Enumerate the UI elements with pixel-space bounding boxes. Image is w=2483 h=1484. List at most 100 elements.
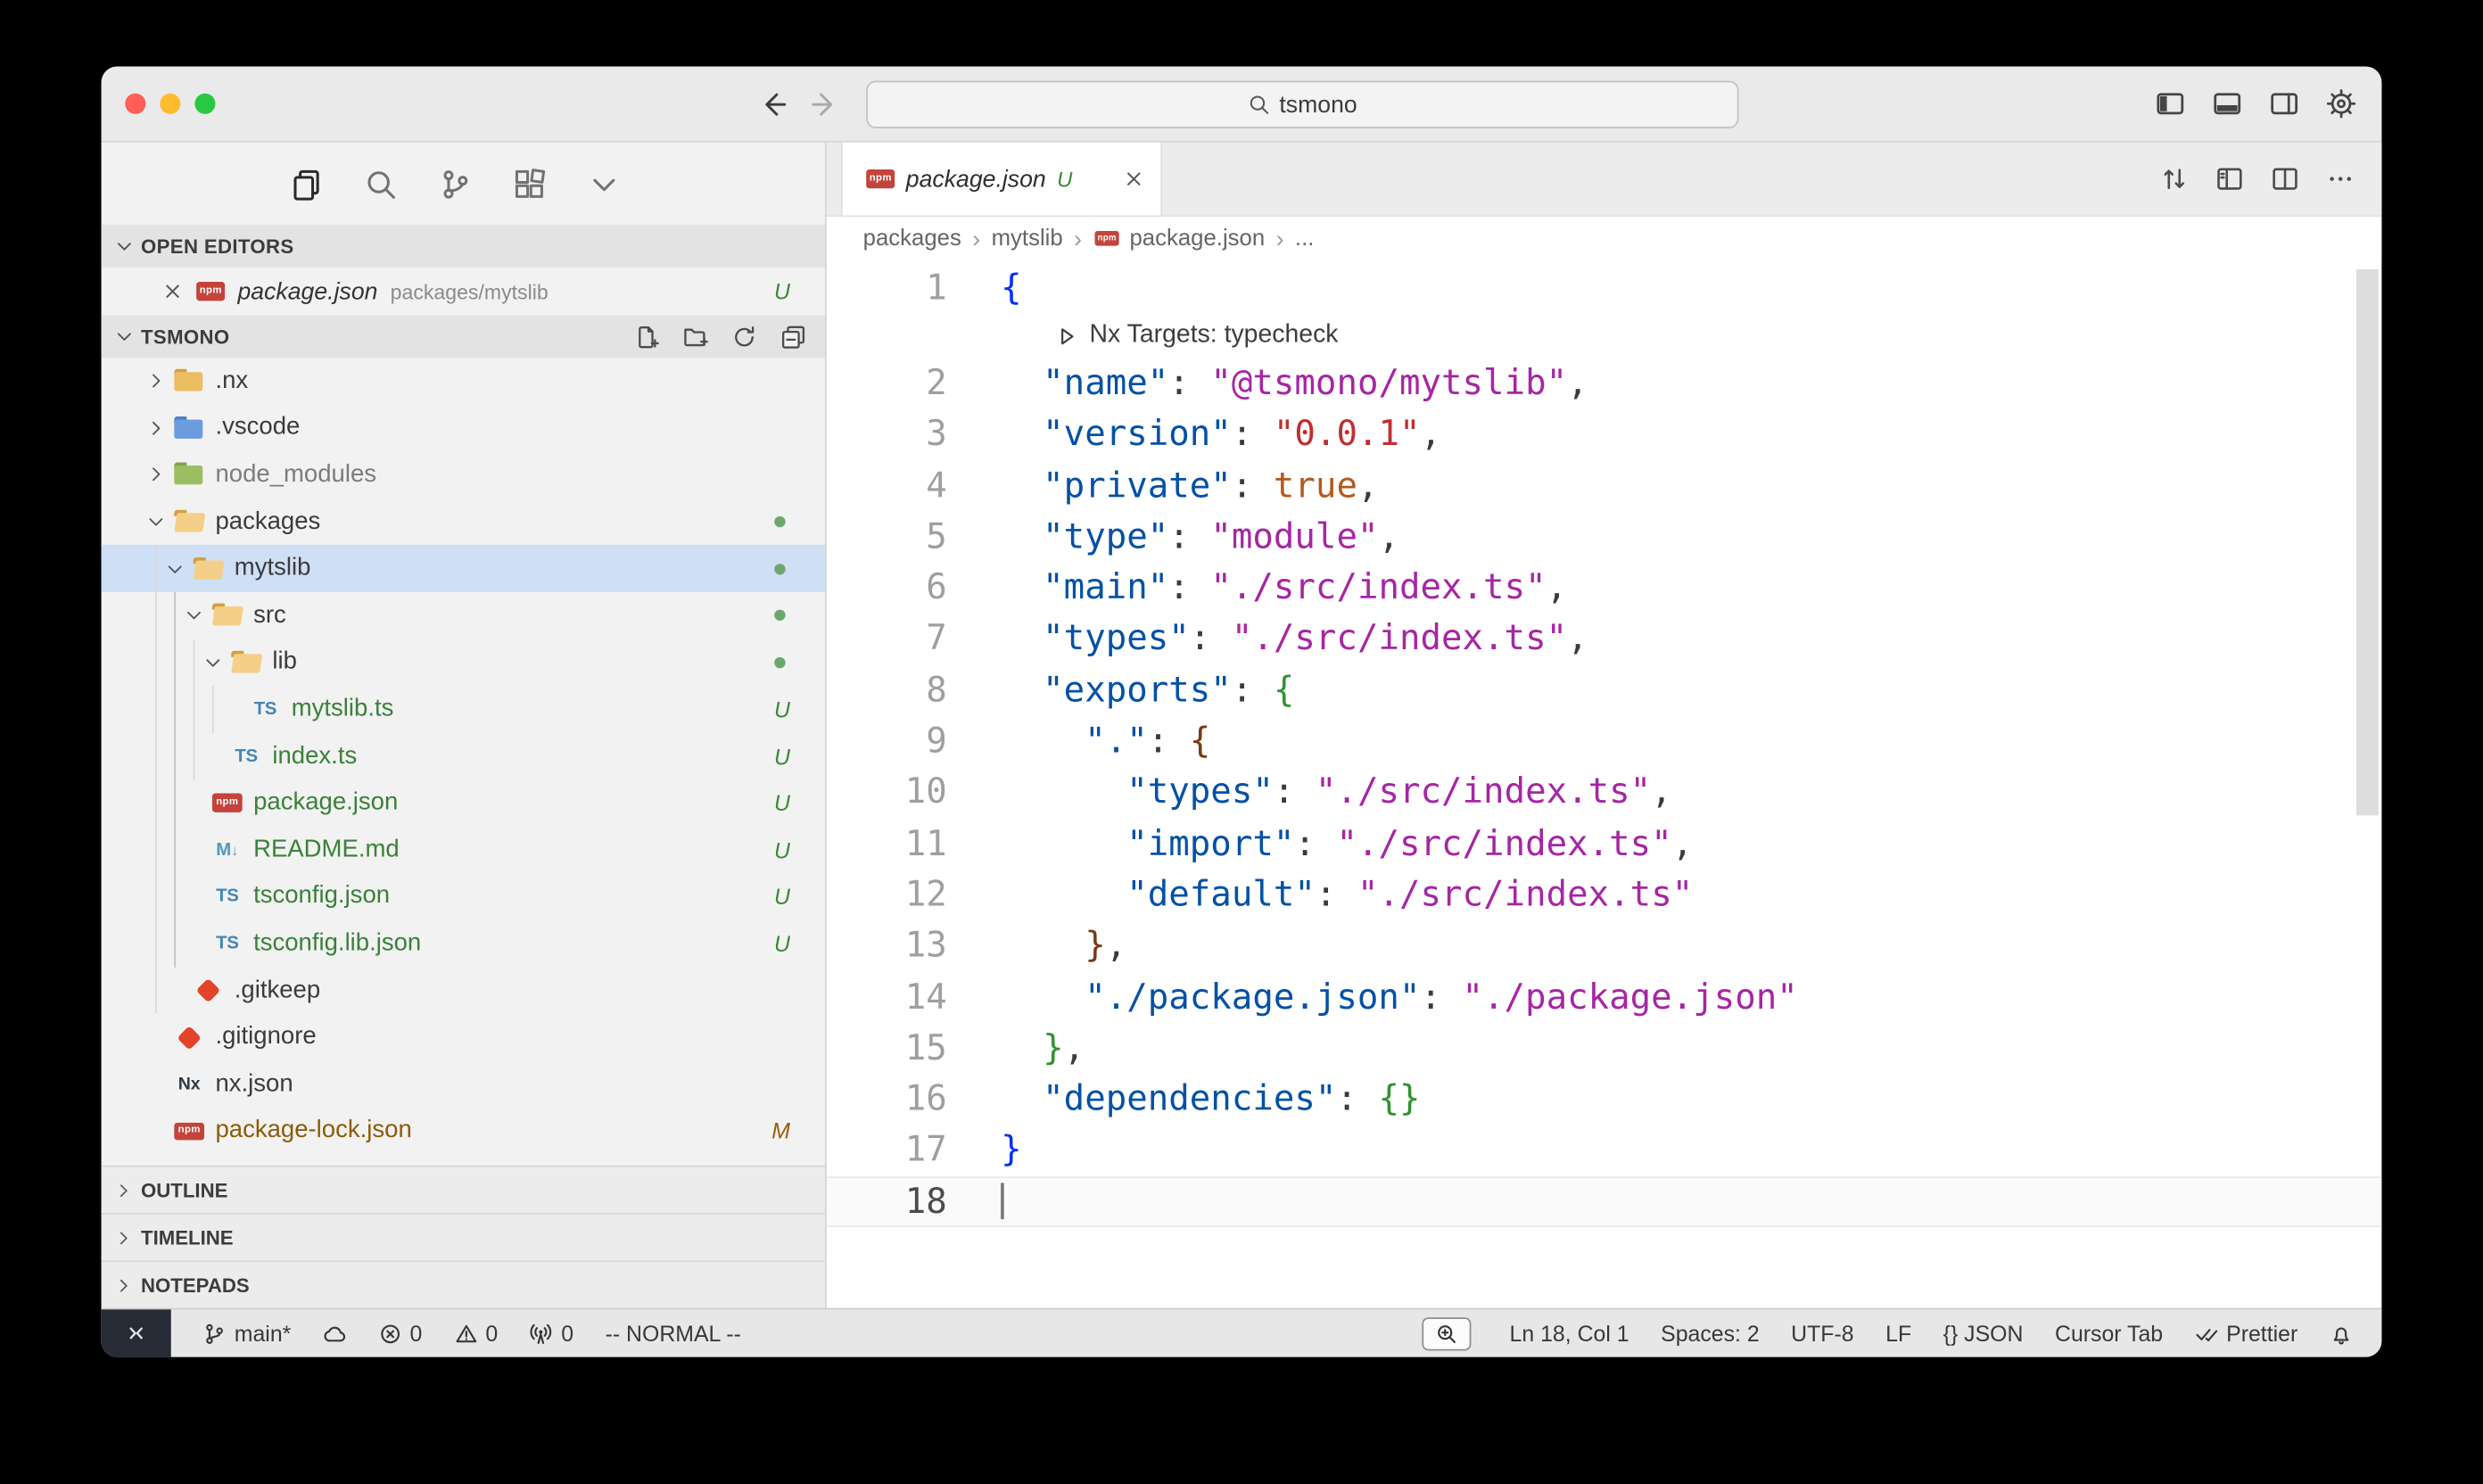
line-number: 3 — [827, 416, 947, 455]
tree-item--gitignore[interactable]: .gitignore — [102, 1014, 825, 1061]
code-line-18[interactable]: 18 — [827, 1176, 2382, 1227]
close-icon[interactable] — [161, 280, 184, 302]
code-line-12[interactable]: 12 "default": "./src/index.ts" — [827, 870, 2382, 920]
close-window-button[interactable] — [125, 94, 145, 114]
twisty-spacer — [180, 932, 207, 956]
tree-item--nx[interactable]: .nx — [102, 358, 825, 405]
maximize-window-button[interactable] — [194, 94, 215, 114]
status-warnings[interactable]: 0 — [454, 1321, 498, 1346]
files-icon[interactable] — [290, 167, 323, 200]
tree-item--gitkeep[interactable]: .gitkeep — [102, 967, 825, 1014]
status-cursor-position[interactable]: Ln 18, Col 1 — [1510, 1321, 1629, 1346]
tab-package-json[interactable]: npm package.json U — [841, 143, 1162, 216]
new-file-icon[interactable] — [633, 324, 658, 349]
code-line-2[interactable]: 2 "name": "@tsmono/mytslib", — [827, 359, 2382, 409]
tree-item-readme-md[interactable]: M↓README.mdU — [102, 827, 825, 874]
status-eol[interactable]: LF — [1885, 1321, 1911, 1346]
codelens-label: Nx Targets: typecheck — [1090, 322, 1339, 350]
compare-icon[interactable] — [2160, 165, 2189, 194]
source-control-icon[interactable] — [439, 167, 472, 200]
breadcrumb-item[interactable]: mytslib — [992, 227, 1063, 251]
status-formatter[interactable]: Prettier — [2195, 1321, 2298, 1346]
status-encoding[interactable]: UTF-8 — [1791, 1321, 1853, 1346]
search-icon — [1248, 94, 1270, 116]
code-line-9[interactable]: 9 ".": { — [827, 716, 2382, 767]
minimize-window-button[interactable] — [160, 94, 180, 114]
panel-right-icon[interactable] — [2269, 88, 2299, 119]
status-zoom[interactable] — [1423, 1316, 1472, 1349]
code-editor[interactable]: 1{ Nx Targets: typecheck 2 "name": "@tsmon… — [827, 261, 2382, 1308]
status-notifications[interactable] — [2330, 1322, 2354, 1346]
tree-item-label: .nx — [215, 367, 248, 396]
tree-item--vscode[interactable]: .vscode — [102, 405, 825, 452]
open-editors-header[interactable]: OPEN EDITORS — [102, 225, 825, 268]
search-icon[interactable] — [364, 167, 397, 200]
new-folder-icon[interactable] — [682, 324, 707, 349]
panel-left-icon[interactable] — [2155, 88, 2185, 119]
extensions-icon[interactable] — [513, 167, 546, 200]
chevron-down-icon[interactable] — [588, 167, 621, 200]
status-cursor-tab[interactable]: Cursor Tab — [2055, 1321, 2163, 1346]
ellipsis-icon[interactable] — [2326, 165, 2355, 194]
tree-item-index-ts[interactable]: TSindex.tsU — [102, 733, 825, 780]
status-vim-mode[interactable]: -- NORMAL -- — [606, 1321, 741, 1346]
split-editor-icon[interactable] — [2271, 165, 2299, 194]
close-tab-icon[interactable] — [1123, 168, 1145, 190]
code-line-8[interactable]: 8 "exports": { — [827, 665, 2382, 716]
code-line-13[interactable]: 13 }, — [827, 921, 2382, 972]
status-branch[interactable]: main* — [202, 1321, 291, 1346]
refresh-icon[interactable] — [731, 324, 756, 349]
code-line-15[interactable]: 15 }, — [827, 1023, 2382, 1074]
breadcrumb-label: mytslib — [992, 227, 1063, 251]
code-line-10[interactable]: 10 "types": "./src/index.ts", — [827, 768, 2382, 819]
back-icon[interactable] — [757, 88, 789, 120]
status-remote-indicator[interactable] — [102, 1309, 171, 1356]
code-line-11[interactable]: 11 "import": "./src/index.ts", — [827, 819, 2382, 870]
breadcrumb-item[interactable]: ... — [1295, 227, 1314, 251]
status-language[interactable]: {} JSON — [1943, 1321, 2024, 1346]
section-timeline[interactable]: TIMELINE — [102, 1213, 825, 1260]
explorer-header[interactable]: TSMONO — [102, 315, 825, 358]
tree-item-packages[interactable]: packages — [102, 499, 825, 546]
gear-icon[interactable] — [2326, 88, 2356, 119]
tree-item-tsconfig-json[interactable]: TStsconfig.jsonU — [102, 873, 825, 920]
breadcrumb-item[interactable]: npmpackage.json — [1093, 227, 1265, 251]
status-indentation[interactable]: Spaces: 2 — [1661, 1321, 1760, 1346]
code-line-3[interactable]: 3 "version": "0.0.1", — [827, 409, 2382, 460]
code-line-14[interactable]: 14 "./package.json": "./package.json" — [827, 972, 2382, 1023]
forward-icon[interactable] — [809, 88, 841, 120]
scrollbar[interactable] — [2356, 269, 2379, 816]
status-sync[interactable] — [323, 1322, 347, 1346]
breadcrumb-item[interactable]: packages — [863, 227, 961, 251]
codelens[interactable]: Nx Targets: typecheck — [827, 314, 2382, 359]
code-line-7[interactable]: 7 "types": "./src/index.ts", — [827, 614, 2382, 665]
code-line-1[interactable]: 1{ — [827, 263, 2382, 314]
tree-item-tsconfig-lib-json[interactable]: TStsconfig.lib.jsonU — [102, 920, 825, 968]
code-line-16[interactable]: 16 "dependencies": {} — [827, 1075, 2382, 1125]
tree-item-nx-json[interactable]: Nxnx.json — [102, 1060, 825, 1108]
folder-icon — [212, 604, 243, 628]
nx-icon: Nx — [178, 1075, 201, 1093]
command-center-search[interactable]: tsmono — [866, 81, 1738, 128]
tree-item-src[interactable]: src — [102, 592, 825, 639]
tree-item-mytslib-ts[interactable]: TSmytslib.tsU — [102, 686, 825, 733]
tree-item-lib[interactable]: lib — [102, 639, 825, 687]
section-notepads[interactable]: NOTEPADS — [102, 1260, 825, 1307]
tree-item-mytslib[interactable]: mytslib — [102, 545, 825, 592]
chevron-right-icon — [143, 416, 169, 441]
cloud-icon — [323, 1322, 347, 1346]
open-editor-item[interactable]: npm package.json packages/mytslib U — [102, 268, 825, 315]
collapse-all-icon[interactable] — [780, 324, 805, 349]
panel-bottom-icon[interactable] — [2212, 88, 2242, 119]
section-outline[interactable]: OUTLINE — [102, 1166, 825, 1213]
code-line-4[interactable]: 4 "private": true, — [827, 460, 2382, 511]
tree-item-node-modules[interactable]: node_modules — [102, 451, 825, 499]
preview-icon[interactable] — [2215, 165, 2244, 194]
status-ports[interactable]: 0 — [530, 1321, 573, 1346]
code-line-5[interactable]: 5 "type": "module", — [827, 512, 2382, 563]
code-line-6[interactable]: 6 "main": "./src/index.ts", — [827, 563, 2382, 614]
code-line-17[interactable]: 17} — [827, 1125, 2382, 1176]
status-errors[interactable]: 0 — [378, 1321, 422, 1346]
tree-item-package-json[interactable]: npmpackage.jsonU — [102, 779, 825, 827]
tree-item-package-lock-json[interactable]: npmpackage-lock.jsonM — [102, 1108, 825, 1155]
